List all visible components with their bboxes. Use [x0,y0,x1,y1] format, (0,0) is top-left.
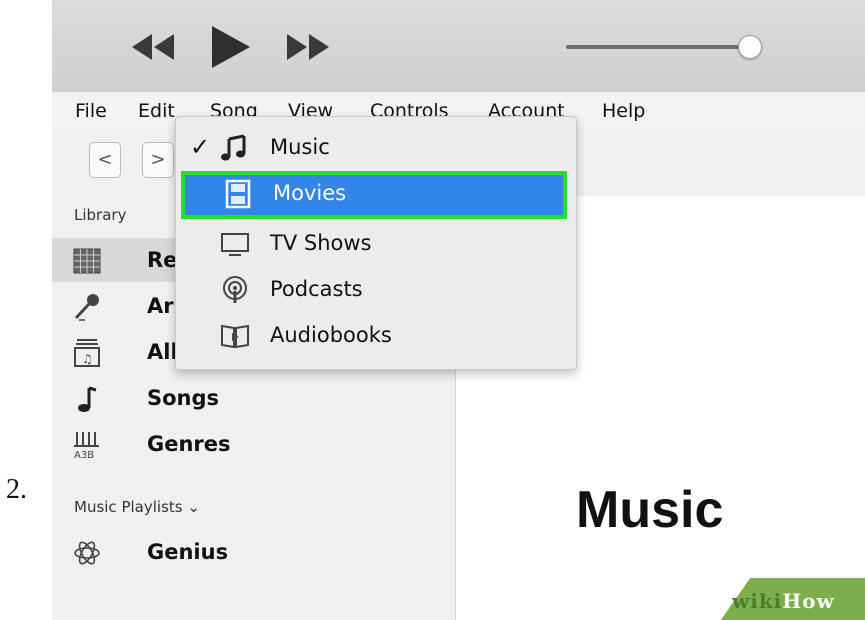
dropdown-item-label: TV Shows [270,231,372,255]
music-playlists-heading[interactable]: Music Playlists ⌄ [74,498,200,516]
menu-edit[interactable]: Edit [138,100,175,122]
volume-slider[interactable] [566,45,756,49]
forward-button[interactable]: > [142,142,174,178]
main-title: Music [576,481,724,539]
music-note-icon [221,134,246,161]
audiobook-icon [221,324,249,349]
dropdown-item-tv-shows[interactable]: TV Shows [176,221,576,267]
svg-text:♫: ♫ [82,352,93,366]
watermark-part2: How [782,589,835,613]
genres-icon: A3B [74,432,99,460]
rewind-icon[interactable] [132,34,174,60]
dropdown-item-audiobooks[interactable]: Audiobooks [176,313,576,359]
sidebar-item-label: Ar [147,294,174,318]
media-kind-dropdown: ✓ Music Movies TV Shows Podcasts Audiobo… [175,116,577,370]
check-mark-icon: ✓ [190,133,211,161]
dropdown-item-movies[interactable]: Movies [181,171,567,219]
play-icon[interactable] [212,26,250,68]
sidebar-item-label: Genres [147,432,231,456]
grid-icon [73,248,101,274]
wikihow-watermark: wikiHow [732,589,835,613]
album-icon: ♫ [74,339,100,367]
watermark-part1: wiki [732,589,783,613]
fast-forward-icon[interactable] [287,34,329,60]
sidebar-item-genres[interactable]: A3B Genres [52,422,455,466]
genius-atom-icon [74,541,100,565]
microphone-icon [74,294,99,321]
sidebar-item-label: Genius [147,540,229,564]
sidebar-item-label: Songs [147,386,220,410]
dropdown-item-music[interactable]: ✓ Music [176,125,576,171]
library-heading: Library [74,206,127,224]
sidebar-item-label: All [147,340,178,364]
dropdown-item-label: Movies [273,181,347,205]
dropdown-item-podcasts[interactable]: Podcasts [176,267,576,313]
volume-knob[interactable] [738,35,762,59]
svg-text:A3B: A3B [74,450,94,460]
podcast-icon [223,276,247,303]
player-bar [52,0,865,92]
sidebar-item-label: Re [147,248,178,272]
back-button[interactable]: < [89,142,121,178]
sidebar-item-songs[interactable]: Songs [52,376,455,420]
dropdown-item-label: Audiobooks [270,323,392,347]
sidebar-item-genius[interactable]: Genius [52,530,455,574]
tv-icon [221,233,249,256]
dropdown-item-label: Music [270,135,330,159]
dropdown-item-label: Podcasts [270,277,363,301]
music-note-icon [78,386,97,412]
step-number: 2. [6,474,27,505]
menu-file[interactable]: File [75,100,107,122]
itunes-window: File Edit Song View Controls Account Hel… [52,0,865,620]
film-icon [225,179,251,209]
menu-help[interactable]: Help [602,100,645,122]
